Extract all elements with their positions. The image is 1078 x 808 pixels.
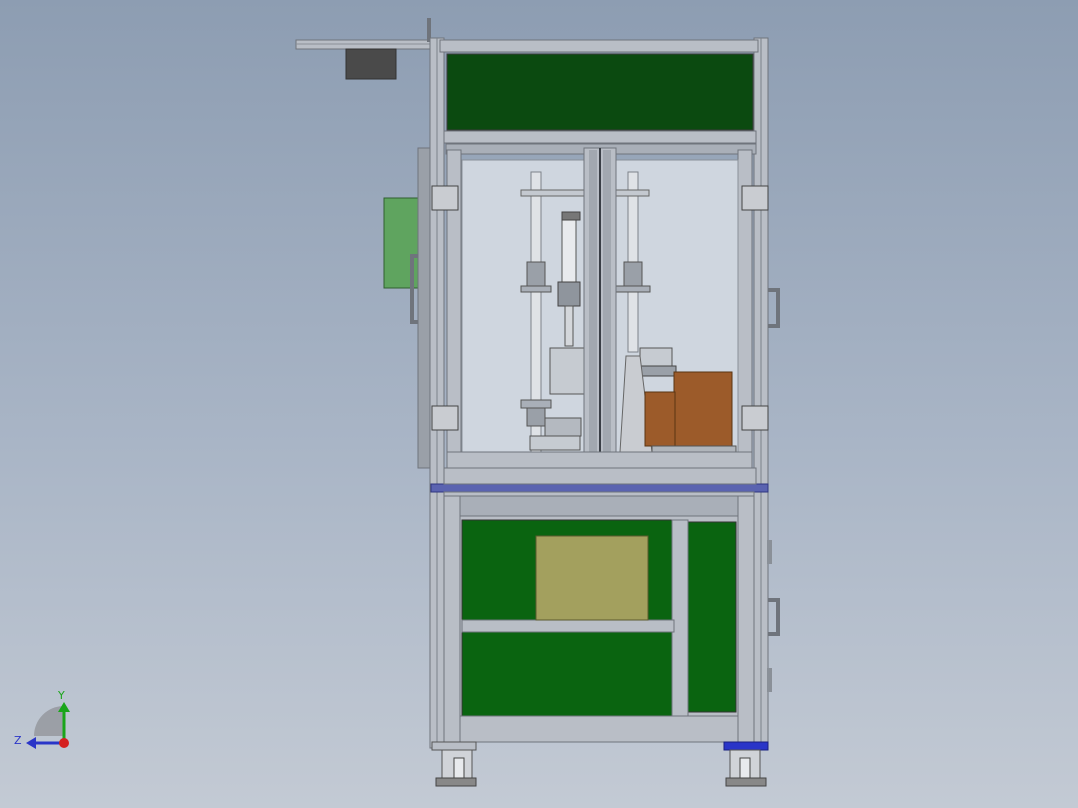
- caster-right: [725, 749, 767, 787]
- lower-green-panel-right: [687, 521, 737, 713]
- orientation-triad: Y Z: [14, 689, 70, 749]
- cad-model[interactable]: Y Z: [0, 0, 1078, 808]
- x-axis-origin: [59, 738, 69, 748]
- side-handle-right-lower: [768, 598, 780, 636]
- y-axis-label: Y: [57, 689, 65, 702]
- divider-plate: [430, 483, 769, 493]
- z-axis-label: Z: [14, 734, 22, 747]
- caster-left: [435, 749, 477, 787]
- control-box: [345, 48, 397, 80]
- frame-mid-rail-upper: [443, 130, 757, 144]
- brown-block: [673, 371, 733, 447]
- upper-green-panel: [446, 53, 754, 131]
- top-extension-arm: [295, 18, 437, 80]
- side-handle-right-upper: [768, 288, 780, 328]
- frame-top-rail: [439, 39, 759, 53]
- tan-plate: [535, 535, 649, 621]
- cad-viewport[interactable]: Y Z: [0, 0, 1078, 808]
